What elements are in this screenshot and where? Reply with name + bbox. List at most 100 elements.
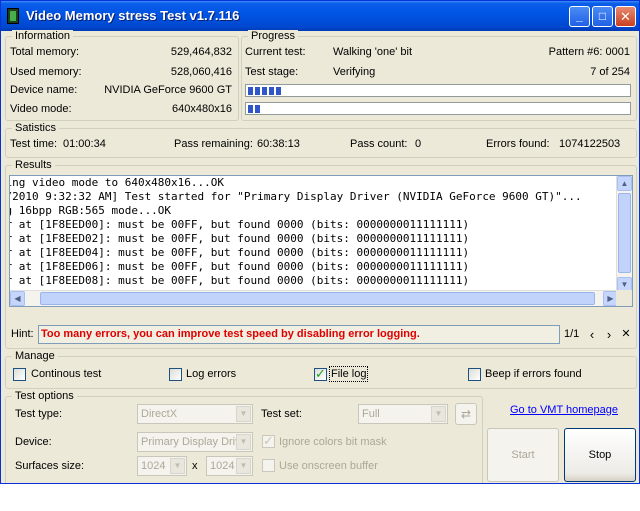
surface-width-dropdown-icon[interactable]: ▼	[170, 458, 185, 474]
scroll-left-button[interactable]: ◀	[10, 291, 25, 306]
test-time-value: 01:00:34	[63, 138, 106, 150]
results-log-line: Error at [1F8EED04]: must be 00FF, but f…	[10, 246, 470, 259]
surface-height-value: 1024	[210, 460, 235, 472]
window-title: Video Memory stress Test v1.7.116	[26, 8, 240, 23]
progress-segment	[248, 87, 253, 95]
hint-prev-button[interactable]: ‹	[584, 326, 600, 343]
hint-next-button[interactable]: ›	[601, 326, 617, 343]
pass-remaining-value: 60:38:13	[257, 138, 300, 150]
errors-found-value: 1074122503	[559, 138, 621, 150]
test-options-legend: Test options	[12, 390, 77, 402]
results-log-line: Error at [1F8EED08]: must be 00FF, but f…	[10, 274, 470, 287]
progress-segment	[255, 87, 260, 95]
surface-width-value: 1024	[141, 460, 166, 472]
surface-width-select[interactable]: 1024 ▼	[137, 456, 187, 476]
results-log[interactable]: Setting video mode to 640x480x16...OK[5/…	[10, 176, 618, 292]
device-value: Primary Display Driver	[141, 436, 251, 448]
surface-height-dropdown-icon[interactable]: ▼	[236, 458, 251, 474]
progress-segment	[262, 87, 267, 95]
test-set-select[interactable]: Full ▼	[358, 404, 448, 424]
test-set-label: Test set:	[261, 408, 302, 420]
progress-segment	[255, 105, 260, 113]
onscreen-buffer-label[interactable]: Use onscreen buffer	[279, 460, 378, 472]
surface-size-separator: x	[192, 460, 198, 472]
video-mode-value: 640x480x16	[172, 103, 232, 115]
hint-label: Hint:	[11, 328, 34, 340]
log-errors-label[interactable]: Log errors	[186, 368, 236, 380]
ignore-colors-label[interactable]: Ignore colors bit mask	[279, 436, 387, 448]
results-log-line: Setting video mode to 640x480x16...OK	[10, 176, 225, 189]
stop-button[interactable]: Stop	[564, 428, 636, 482]
hint-counter: 1/1	[564, 328, 580, 340]
close-button[interactable]: ✕	[615, 6, 636, 27]
results-log-line: [5/2/2010 9:32:32 AM] Test started for "…	[10, 190, 582, 203]
test-type-label: Test type:	[15, 408, 63, 420]
used-memory-value: 528,060,416	[170, 66, 232, 78]
scroll-corner	[616, 290, 632, 306]
test-type-value: DirectX	[141, 408, 178, 420]
stage-count: 7 of 254	[590, 66, 630, 78]
statistics-legend: Satistics	[12, 122, 59, 134]
results-log-line: Error at [1F8EED06]: must be 00FF, but f…	[10, 260, 470, 273]
file-log-checkbox[interactable]	[314, 366, 327, 382]
test-time-label: Test time:	[10, 138, 58, 150]
test-set-value: Full	[362, 408, 380, 420]
results-vertical-scrollbar[interactable]: ▲ ▼	[616, 176, 632, 292]
refresh-button[interactable]: ⇄	[455, 403, 477, 425]
horizontal-scroll-thumb[interactable]	[40, 292, 595, 305]
progress-legend: Progress	[248, 30, 299, 42]
results-log-box[interactable]: Setting video mode to 640x480x16...OK[5/…	[9, 175, 633, 307]
results-legend: Results	[12, 159, 55, 171]
scroll-up-button[interactable]: ▲	[617, 176, 632, 191]
test-stage-label: Test stage:	[245, 66, 299, 78]
current-test-value: Walking 'one' bit	[333, 46, 412, 58]
maximize-button[interactable]: □	[592, 6, 613, 27]
minimize-button[interactable]: _	[569, 6, 590, 27]
vmt-homepage-link[interactable]: Go to VMT homepage	[510, 404, 618, 416]
device-label: Device:	[15, 436, 52, 448]
test-type-dropdown-icon[interactable]: ▼	[236, 406, 251, 422]
test-type-select[interactable]: DirectX ▼	[137, 404, 253, 424]
beep-label[interactable]: Beep if errors found	[485, 368, 582, 380]
pattern-progress-bar	[245, 84, 631, 97]
errors-found-label: Errors found:	[486, 138, 550, 150]
total-memory-value: 529,464,832	[170, 46, 232, 58]
continuous-test-label[interactable]: Continous test	[31, 368, 101, 380]
file-log-label[interactable]: File log	[328, 366, 369, 382]
surfaces-size-label: Surfaces size:	[15, 460, 85, 472]
surface-height-select[interactable]: 1024 ▼	[206, 456, 253, 476]
results-horizontal-scrollbar[interactable]: ◀ ▶	[10, 290, 618, 306]
progress-segment	[248, 105, 253, 113]
hint-message: Too many errors, you can improve test sp…	[38, 325, 560, 344]
onscreen-buffer-checkbox[interactable]	[262, 459, 275, 472]
stage-progress-bar	[245, 102, 631, 115]
device-select[interactable]: Primary Display Driver ▼	[137, 432, 253, 452]
device-name-label: Device name:	[10, 84, 78, 96]
results-log-line: Error at [1F8EED00]: must be 00FF, but f…	[10, 218, 470, 231]
hint-close-button[interactable]: ✕	[618, 326, 634, 343]
start-button[interactable]: Start	[487, 428, 559, 482]
manage-legend: Manage	[12, 350, 58, 362]
beep-checkbox[interactable]	[468, 368, 481, 381]
pass-remaining-label: Pass remaining:	[174, 138, 253, 150]
continuous-test-checkbox[interactable]	[13, 368, 26, 381]
vertical-scroll-thumb[interactable]	[618, 193, 631, 273]
pass-count-label: Pass count:	[350, 138, 408, 150]
log-errors-checkbox[interactable]	[169, 368, 182, 381]
results-log-line: Using 16bpp RGB:565 mode...OK	[10, 204, 172, 217]
refresh-icon: ⇄	[460, 407, 472, 421]
pattern-value: Pattern #6: 0001	[548, 46, 630, 58]
used-memory-label: Used memory:	[10, 66, 82, 78]
test-stage-value: Verifying	[333, 66, 376, 78]
pass-count-value: 0	[415, 138, 422, 150]
main-window: Video Memory stress Test v1.7.116 _ □ ✕ …	[0, 0, 640, 484]
results-log-line: Error at [1F8EED02]: must be 00FF, but f…	[10, 232, 470, 245]
progress-segment	[269, 87, 274, 95]
title-bar[interactable]: Video Memory stress Test v1.7.116 _ □ ✕	[1, 1, 639, 31]
progress-segment	[276, 87, 281, 95]
video-mode-label: Video mode:	[10, 103, 72, 115]
test-set-dropdown-icon[interactable]: ▼	[431, 406, 446, 422]
app-icon	[7, 8, 19, 24]
ignore-colors-checkbox[interactable]	[262, 433, 275, 449]
device-dropdown-icon[interactable]: ▼	[236, 434, 251, 450]
